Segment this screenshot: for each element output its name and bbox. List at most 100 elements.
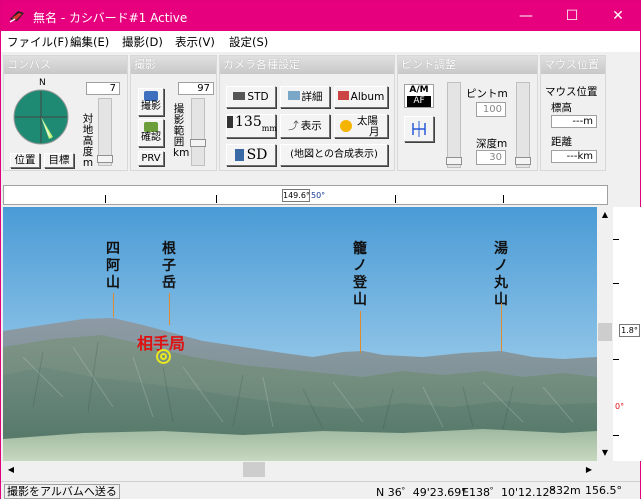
display-button[interactable]: ⤴ 表示 — [280, 114, 330, 138]
ruler-tick — [216, 195, 217, 203]
peak-marker-line — [113, 293, 114, 317]
scroll-right-icon[interactable]: ▶ — [581, 461, 597, 478]
lens-icon — [227, 116, 233, 128]
target-button[interactable]: 目標 — [44, 153, 74, 168]
am-af-toggle[interactable]: A/M AF — [404, 84, 434, 108]
depth-slider-thumb[interactable] — [515, 157, 531, 165]
valley-field — [3, 429, 597, 461]
focus-target-button[interactable] — [404, 116, 434, 142]
compass-panel-title: コンパス — [4, 56, 127, 74]
sd-button[interactable]: SD — [226, 144, 276, 166]
camera-panel-title: カメラ各種設定 — [220, 56, 394, 74]
vertical-scroll-thumb[interactable] — [598, 323, 612, 341]
peak-label-azumaya: 四阿山 — [106, 241, 120, 291]
ruler-tick — [105, 195, 106, 203]
range-label: 撮影範囲km — [173, 103, 190, 159]
scroll-down-icon[interactable]: ▼ — [597, 445, 613, 461]
peak-label-yunomaruyama: 湯ノ丸山 — [494, 241, 508, 308]
range-slider-thumb[interactable] — [190, 139, 206, 147]
focus-panel: ピント調整 A/M AF ピントm 100 深度m 30 — [397, 55, 538, 171]
menu-view[interactable]: 表示(V) — [175, 34, 215, 50]
elev-tick — [613, 359, 619, 360]
title-bar: 無名 - カシバード#1 Active — ☐ ✕ — [1, 1, 640, 31]
elevation-label: 標高 — [551, 102, 572, 114]
sd-card-icon — [234, 149, 244, 161]
depth-slider[interactable] — [515, 82, 531, 168]
altitude-value[interactable]: 7 — [86, 82, 120, 95]
maximize-button[interactable]: ☐ — [549, 1, 595, 31]
album-icon — [337, 91, 349, 100]
composite-button[interactable]: (地図との合成表示) — [280, 144, 388, 166]
peak-marker-line — [501, 303, 502, 351]
altitude-slider-thumb[interactable] — [97, 155, 113, 163]
shoot-button[interactable]: 撮影 — [138, 88, 164, 116]
confirm-button[interactable]: 確認 — [138, 119, 164, 147]
peak-label-nekodake: 根子岳 — [162, 241, 176, 291]
depth-value[interactable]: 30 — [476, 150, 506, 165]
vertical-scrollbar[interactable]: ▲ ▼ — [597, 207, 613, 461]
sun-moon-button[interactable]: 太陽 月 — [334, 114, 388, 138]
confirm-button-label: 確認 — [141, 132, 161, 143]
menu-bar: ファイル(F) 編集(E) 撮影(D) 表示(V) 設定(S) — [1, 31, 640, 52]
focus-slider[interactable] — [446, 82, 462, 168]
elev-tick — [613, 239, 619, 240]
depth-label: 深度m — [476, 138, 508, 150]
menu-shoot[interactable]: 撮影(D) — [122, 34, 163, 50]
detail-button-label: 詳細 — [301, 91, 323, 103]
sun-icon — [340, 120, 352, 132]
horizontal-scrollbar[interactable]: ◀ ▶ — [3, 461, 597, 478]
album-button[interactable]: Album — [334, 86, 388, 108]
app-logo-icon — [9, 9, 25, 23]
minimize-button[interactable]: — — [503, 1, 549, 31]
range-slider[interactable] — [190, 98, 206, 166]
status-elevation: 832m — [549, 484, 581, 497]
std-button-label: STD — [247, 91, 269, 103]
menu-file[interactable]: ファイル(F) — [7, 34, 69, 50]
display-button-label: 表示 — [300, 120, 322, 132]
scroll-left-icon[interactable]: ◀ — [3, 461, 19, 478]
focus-panel-title: ピント調整 — [398, 56, 537, 74]
ruler-tick — [503, 195, 504, 203]
elevation-value: ---m — [551, 115, 597, 128]
menu-settings[interactable]: 設定(S) — [229, 34, 268, 50]
lens-button[interactable]: 135mm — [226, 114, 277, 138]
landscape-view[interactable]: 四阿山 根子岳 籠ノ登山 湯ノ丸山 相手局 — [3, 207, 597, 461]
camera-settings-panel: カメラ各種設定 STD 詳細 Album 135mm ⤴ 表示 太陽 月 SD (… — [219, 55, 395, 171]
mouse-position-heading: マウス位置 — [545, 86, 598, 98]
focus-label: ピントm — [466, 88, 508, 100]
detail-button[interactable]: 詳細 — [280, 86, 330, 108]
prv-button[interactable]: PRV — [138, 151, 164, 166]
close-button[interactable]: ✕ — [595, 1, 641, 31]
azimuth-angle-text: 50° — [311, 191, 326, 200]
horizontal-scroll-thumb[interactable] — [243, 462, 265, 477]
range-value[interactable]: 97 — [178, 82, 214, 95]
shoot-panel-title: 撮影 — [131, 56, 216, 74]
af-label: AF — [407, 96, 431, 107]
std-button[interactable]: STD — [226, 86, 276, 108]
azimuth-ruler[interactable]: 149.6° 50° — [3, 185, 608, 205]
status-angle: 156.5° — [585, 484, 622, 497]
target-site-marker-icon[interactable] — [156, 349, 171, 364]
altitude-slider[interactable] — [97, 98, 113, 166]
shoot-panel: 撮影 撮影 確認 PRV 97 撮影範囲km — [130, 55, 217, 171]
status-latitude: N 36゜49'23.69" — [376, 486, 467, 499]
status-longitude: E138゜10'12.12" — [462, 486, 555, 499]
compass-dial[interactable] — [12, 88, 70, 146]
elevation-ruler[interactable]: 1.8° 0° — [613, 207, 641, 461]
menu-edit[interactable]: 編集(E) — [70, 34, 109, 50]
ruler-tick — [395, 195, 396, 203]
focus-slider-thumb[interactable] — [446, 157, 462, 165]
lens-value: 135 — [235, 114, 262, 130]
detail-image-icon — [287, 91, 300, 100]
mouse-position-panel: マウス位置 マウス位置 標高 ---m 距離 ---km — [540, 55, 606, 171]
focus-value[interactable]: 100 — [476, 102, 506, 117]
position-button[interactable]: 位置 — [10, 153, 40, 168]
lens-unit: mm — [261, 124, 277, 133]
photo-icon — [144, 122, 158, 132]
display-arrow-icon: ⤴ — [288, 120, 299, 132]
elevation-angle-box: 1.8° — [619, 324, 640, 337]
scroll-up-icon[interactable]: ▲ — [597, 207, 613, 223]
altitude-label: 対地高度m — [82, 113, 94, 169]
std-camera-icon — [233, 92, 246, 100]
mouse-panel-title: マウス位置 — [541, 56, 605, 74]
